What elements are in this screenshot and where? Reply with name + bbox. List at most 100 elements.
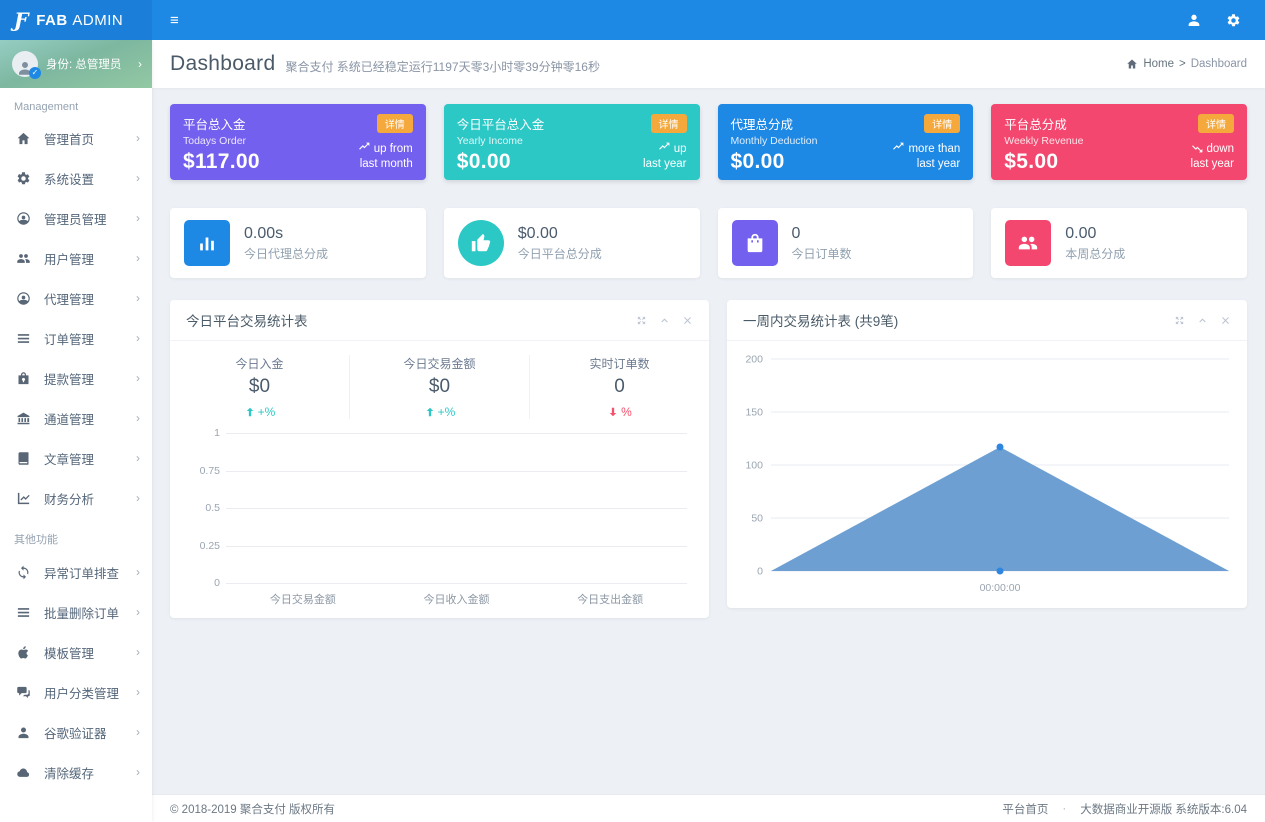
sidebar-item-order-manage[interactable]: 订单管理 › bbox=[0, 318, 152, 358]
profile-role-label: 身份: 总管理员 bbox=[46, 56, 121, 72]
list-icon bbox=[16, 605, 31, 620]
info-card-row: 0.00s 今日代理总分成 $0.00 今日平台总分成 0 今日订单数 bbox=[170, 208, 1247, 278]
stat-value: $0.00 bbox=[731, 150, 818, 174]
expand-icon[interactable] bbox=[1174, 315, 1185, 326]
info-card-today-agent-share: 0.00s 今日代理总分成 bbox=[170, 208, 426, 278]
sidebar-item-abnormal-order-check[interactable]: 异常订单排查 › bbox=[0, 552, 152, 592]
sidebar-item-finance-analysis[interactable]: 财务分析 › bbox=[0, 478, 152, 518]
sidebar-item-channel-manage[interactable]: 通道管理 › bbox=[0, 398, 152, 438]
info-label: 本周总分成 bbox=[1065, 245, 1125, 262]
stat-trend: up from last month bbox=[358, 141, 413, 171]
profile-panel[interactable]: ✓ 身份: 总管理员 › bbox=[0, 40, 152, 88]
sidebar-item-article-manage[interactable]: 文章管理 › bbox=[0, 438, 152, 478]
stat-title: 平台总分成 bbox=[1004, 114, 1083, 133]
mini-stats: 今日入金 $0 +% 今日交易金额 $0 +% 实时订单数 0 % bbox=[170, 341, 709, 429]
top-navbar: Ƒ FAB ADMIN ≡ bbox=[0, 0, 1265, 40]
chevron-right-icon: › bbox=[136, 411, 140, 425]
svg-text:00:00:00: 00:00:00 bbox=[980, 582, 1021, 594]
sidebar-item-system-settings[interactable]: 系统设置 › bbox=[0, 158, 152, 198]
mini-stat-today-trade-amount: 今日交易金额 $0 +% bbox=[349, 355, 529, 419]
info-label: 今日代理总分成 bbox=[244, 245, 328, 262]
details-badge[interactable]: 详情 bbox=[377, 114, 413, 133]
info-value: 0.00s bbox=[244, 225, 328, 243]
chart-line-icon bbox=[16, 491, 31, 506]
arrow-up-icon bbox=[244, 406, 256, 418]
panel-title: 一周内交易统计表 (共9笔) bbox=[743, 310, 898, 330]
verified-badge-icon: ✓ bbox=[29, 67, 41, 79]
sidebar-item-admin-home[interactable]: 管理首页 › bbox=[0, 118, 152, 158]
bar-chart-x-axis: 今日交易金额今日收入金额今日支出金额 bbox=[226, 591, 687, 607]
vault-icon bbox=[16, 371, 31, 386]
info-card-today-platform-share: $0.00 今日平台总分成 bbox=[444, 208, 700, 278]
svg-text:50: 50 bbox=[751, 513, 763, 525]
sidebar-item-agent-manage[interactable]: 代理管理 › bbox=[0, 278, 152, 318]
close-icon[interactable] bbox=[1220, 315, 1231, 326]
collapse-icon[interactable] bbox=[1197, 315, 1208, 326]
cloud-icon bbox=[16, 765, 31, 780]
gear-icon[interactable] bbox=[1226, 13, 1241, 28]
user-icon[interactable] bbox=[1186, 12, 1202, 28]
sidebar-item-user-manage[interactable]: 用户管理 › bbox=[0, 238, 152, 278]
details-badge[interactable]: 详情 bbox=[651, 114, 687, 133]
brand-logo-icon: Ƒ bbox=[14, 8, 28, 32]
arrow-down-icon bbox=[607, 406, 619, 418]
expand-icon[interactable] bbox=[636, 315, 647, 326]
stat-trend: down last year bbox=[1191, 141, 1235, 171]
close-icon[interactable] bbox=[682, 315, 693, 326]
gridline bbox=[226, 546, 687, 547]
breadcrumb: Home > Dashboard bbox=[1126, 58, 1247, 70]
stat-subtitle: Monthly Deduction bbox=[731, 135, 818, 147]
info-value: 0.00 bbox=[1065, 225, 1125, 243]
brand-light: ADMIN bbox=[72, 12, 123, 29]
area-chart-svg: 20015010050000:00:00 bbox=[727, 345, 1247, 597]
chevron-right-icon: › bbox=[136, 645, 140, 659]
sidebar-item-withdraw-manage[interactable]: 提款管理 › bbox=[0, 358, 152, 398]
page-header: Dashboard 聚合支付 系统已经稳定运行1197天零3小时零39分钟零16… bbox=[152, 40, 1265, 88]
stat-subtitle: Todays Order bbox=[183, 135, 260, 147]
svg-text:0: 0 bbox=[757, 566, 763, 578]
separator-dot: · bbox=[1062, 803, 1066, 815]
collapse-icon[interactable] bbox=[659, 315, 670, 326]
sidebar-item-user-category-manage[interactable]: 用户分类管理 › bbox=[0, 672, 152, 712]
info-value: $0.00 bbox=[518, 225, 602, 243]
menu-section-heading: 其他功能 bbox=[0, 518, 152, 552]
sidebar-item-batch-delete-orders[interactable]: 批量删除订单 › bbox=[0, 592, 152, 632]
svg-text:200: 200 bbox=[745, 354, 763, 366]
sidebar: ✓ 身份: 总管理员 › Management 管理首页 › 系统设置 › 管理… bbox=[0, 40, 152, 822]
details-badge[interactable]: 详情 bbox=[1198, 114, 1234, 133]
gridline bbox=[226, 433, 687, 434]
stat-title: 今日平台总入金 bbox=[457, 114, 545, 133]
chevron-right-icon: › bbox=[138, 57, 142, 71]
stat-card-agent-total-share: 代理总分成 Monthly Deduction $0.00 详情 more th… bbox=[718, 104, 974, 180]
breadcrumb-home[interactable]: Home bbox=[1143, 58, 1174, 70]
gridline bbox=[226, 508, 687, 509]
users-icon bbox=[1005, 220, 1051, 266]
footer: © 2018-2019 聚合支付 版权所有 平台首页 · 大数据商业开源版 系统… bbox=[152, 794, 1265, 822]
stat-trend: more than last year bbox=[892, 141, 960, 171]
sidebar-item-template-manage[interactable]: 模板管理 › bbox=[0, 632, 152, 672]
brand-logo[interactable]: Ƒ FAB ADMIN bbox=[0, 0, 152, 40]
stat-subtitle: Yearly Income bbox=[457, 135, 545, 147]
chevron-right-icon: › bbox=[136, 491, 140, 505]
details-badge[interactable]: 详情 bbox=[924, 114, 960, 133]
y-tick-label: 0.75 bbox=[186, 465, 220, 477]
sidebar-item-clear-cache[interactable]: 清除缓存 › bbox=[0, 752, 152, 792]
mini-stat-today-deposit: 今日入金 $0 +% bbox=[170, 355, 349, 419]
stat-card-today-platform-deposit: 今日平台总入金 Yearly Income $0.00 详情 up last y… bbox=[444, 104, 700, 180]
sidebar-toggle-icon[interactable]: ≡ bbox=[152, 0, 197, 40]
x-axis-label: 今日交易金额 bbox=[226, 591, 380, 607]
content: 平台总入金 Todays Order $117.00 详情 up from la… bbox=[152, 88, 1265, 794]
sidebar-item-admin-manage[interactable]: 管理员管理 › bbox=[0, 198, 152, 238]
stat-value: $5.00 bbox=[1004, 150, 1083, 174]
home-icon bbox=[16, 131, 31, 146]
chevron-right-icon: › bbox=[136, 765, 140, 779]
sidebar-item-google-authenticator[interactable]: 谷歌验证器 › bbox=[0, 712, 152, 752]
chevron-right-icon: › bbox=[136, 171, 140, 185]
x-axis-label: 今日支出金额 bbox=[533, 591, 687, 607]
platform-home-link[interactable]: 平台首页 bbox=[1002, 801, 1048, 817]
today-transactions-panel: 今日平台交易统计表 今日入金 $0 +% 今日交易金额 bbox=[170, 300, 709, 618]
y-tick-label: 0.5 bbox=[186, 502, 220, 514]
svg-text:100: 100 bbox=[745, 460, 763, 472]
weekly-transactions-panel: 一周内交易统计表 (共9笔) 20015010050000:00:00 bbox=[727, 300, 1247, 608]
stat-card-platform-total-deposit: 平台总入金 Todays Order $117.00 详情 up from la… bbox=[170, 104, 426, 180]
